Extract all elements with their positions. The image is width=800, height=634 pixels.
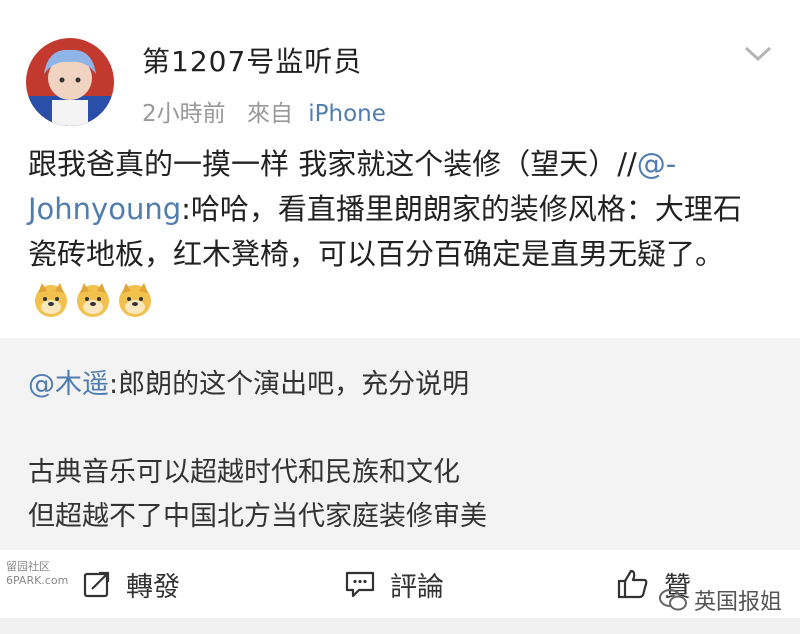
comment-button[interactable]: 評論: [344, 550, 444, 618]
post-text-main: 跟我爸真的一摸一样 我家就这个装修（望天）//: [28, 147, 637, 181]
quote-line-1: @木遥:郎朗的这个演出吧，充分说明: [28, 362, 469, 401]
quote-text-1: :郎朗的这个演出吧，充分说明: [109, 369, 470, 400]
quote-line-2: 古典音乐可以超越时代和民族和文化: [28, 457, 460, 488]
repost-icon: [83, 571, 110, 598]
post-time: 2小時前: [142, 101, 226, 127]
username[interactable]: 第1207号监听员: [142, 40, 362, 80]
comment-icon: [345, 571, 375, 598]
avatar[interactable]: [26, 38, 114, 126]
post-meta: 2小時前 來自 iPhone: [142, 94, 386, 128]
thumbs-up-icon: [617, 569, 648, 599]
from-label: 來自: [246, 101, 293, 127]
quote-mention-link[interactable]: @木遥: [28, 369, 109, 400]
watermark-6park-bottom: 6PARK.com: [6, 574, 69, 587]
post-text: 跟我爸真的一摸一样 我家就这个装修（望天）//@-Johnyoung:哈哈，看直…: [28, 142, 768, 324]
watermark-account: 英国报姐: [658, 584, 782, 616]
doge-emoji: [119, 282, 151, 317]
chevron-down-icon[interactable]: [742, 44, 774, 64]
doge-emoji: [77, 282, 109, 317]
doge-emoji: [35, 282, 67, 317]
post-card: 第1207号监听员 2小時前 來自 iPhone 跟我爸真的一摸一样 我家就这个…: [0, 0, 800, 338]
client-link[interactable]: iPhone: [308, 101, 386, 127]
bottom-divider: [0, 618, 800, 634]
emoji-group: [28, 279, 154, 324]
wechat-icon: [659, 589, 687, 611]
watermark-6park: 留园社区 6PARK.com: [6, 560, 68, 588]
watermark-6park-top: 留园社区: [6, 560, 50, 573]
watermark-account-label: 英国报姐: [694, 590, 783, 615]
repost-label: 轉發: [126, 571, 180, 603]
quote-line-3: 但超越不了中国北方当代家庭装修审美: [28, 501, 487, 532]
repost-button[interactable]: 轉發: [82, 550, 180, 618]
comment-label: 評論: [390, 571, 444, 603]
